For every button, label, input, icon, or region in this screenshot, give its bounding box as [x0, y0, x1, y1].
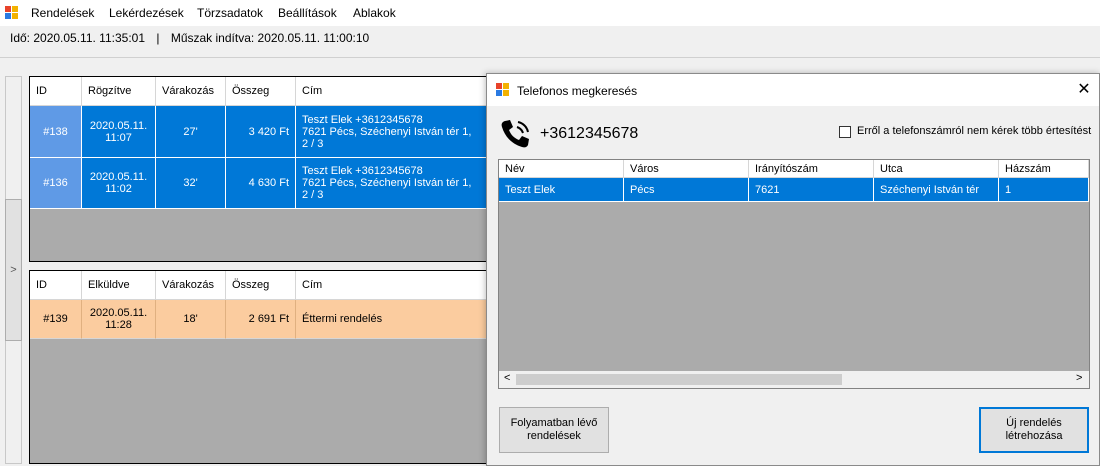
match-city: Pécs — [624, 178, 749, 202]
order-time: 2020.05.11. 11:28 — [82, 300, 156, 339]
menu-bar: Rendelések Lekérdezések Törzsadatok Beál… — [0, 0, 1100, 26]
order-wait: 18' — [156, 300, 226, 339]
col-wait[interactable]: Várakozás — [156, 271, 226, 300]
matches-grid-header: Név Város Irányítószám Utca Házszám — [499, 160, 1089, 178]
col-wait[interactable]: Várakozás — [156, 77, 226, 106]
scroll-right-arrow[interactable]: > — [1076, 372, 1082, 384]
orders-grid[interactable]: ID Rögzítve Várakozás Összeg Cím #138 20… — [29, 76, 499, 262]
dialog-titlebar: Telefonos megkeresés ✕ — [487, 74, 1099, 106]
col-id[interactable]: ID — [30, 271, 82, 300]
address-line: 7621 Pécs, Széchenyi István tér 1, — [302, 177, 472, 189]
horizontal-scrollbar[interactable]: < > — [499, 371, 1089, 388]
col-address[interactable]: Cím — [296, 77, 498, 106]
menu-beallitasok[interactable]: Beállítások — [278, 6, 337, 20]
table-row[interactable]: #138 2020.05.11. 11:07 27' 3 420 Ft Tesz… — [30, 106, 498, 158]
in-progress-orders-button[interactable]: Folyamatban lévő rendelések — [499, 407, 609, 453]
match-zip: 7621 — [749, 178, 874, 202]
col-sent[interactable]: Elküldve — [82, 271, 156, 300]
menu-ablakok[interactable]: Ablakok — [353, 6, 396, 20]
app-icon — [496, 83, 510, 97]
order-wait: 27' — [156, 106, 226, 158]
shift-start: Műszak indítva: 2020.05.11. 11:00:10 — [170, 31, 370, 45]
dialog-title: Telefonos megkeresés — [517, 84, 638, 98]
status-line: Idő: 2020.05.11. 11:35:01 | Műszak indít… — [10, 31, 369, 45]
col-city[interactable]: Város — [624, 160, 749, 178]
current-time: Idő: 2020.05.11. 11:35:01 — [10, 31, 146, 45]
col-recorded[interactable]: Rögzítve — [82, 77, 156, 106]
caller-phone-number: +3612345678 — [540, 125, 639, 142]
order-address: Éttermi rendelés — [296, 300, 498, 339]
orders-grid-header: ID Rögzítve Várakozás Összeg Cím — [30, 77, 498, 106]
match-name: Teszt Elek — [499, 178, 624, 202]
create-new-order-button[interactable]: Új rendelés létrehozása — [979, 407, 1089, 453]
opt-out-label[interactable]: Erről a telefonszámról nem kérek több ér… — [857, 125, 1091, 137]
order-wait: 32' — [156, 158, 226, 209]
order-time: 2020.05.11. 11:07 — [82, 106, 156, 158]
col-amount[interactable]: Összeg — [226, 77, 296, 106]
order-amount: 3 420 Ft — [226, 106, 296, 158]
phone-icon — [501, 120, 529, 148]
match-street: Széchenyi István tér — [874, 178, 999, 202]
order-amount: 4 630 Ft — [226, 158, 296, 209]
order-id: #138 — [30, 106, 82, 158]
address-line: 7621 Pécs, Széchenyi István tér 1, — [302, 125, 472, 138]
address-line: 2 / 3 — [302, 189, 324, 201]
status-separator: | — [156, 31, 160, 45]
caller-matches-grid[interactable]: Név Város Irányítószám Utca Házszám Tesz… — [498, 159, 1090, 389]
match-house: 1 — [999, 178, 1089, 202]
col-name[interactable]: Név — [499, 160, 624, 178]
address-line: Teszt Elek +3612345678 — [302, 165, 423, 177]
address-line: 2 / 3 — [302, 137, 324, 150]
menu-lekerdezesek[interactable]: Lekérdezések — [109, 6, 184, 20]
table-row[interactable]: #136 2020.05.11. 11:02 32' 4 630 Ft Tesz… — [30, 158, 498, 209]
table-row[interactable]: Teszt Elek Pécs 7621 Széchenyi István té… — [499, 178, 1089, 202]
order-id: #139 — [30, 300, 82, 339]
col-amount[interactable]: Összeg — [226, 271, 296, 300]
order-time: 2020.05.11. 11:02 — [82, 158, 156, 209]
expand-panel-button[interactable]: > — [5, 199, 22, 341]
menu-rendelesek[interactable]: Rendelések — [31, 6, 94, 20]
order-id: #136 — [30, 158, 82, 209]
col-street[interactable]: Utca — [874, 160, 999, 178]
opt-out-checkbox[interactable] — [839, 126, 851, 138]
scroll-thumb[interactable] — [516, 374, 842, 385]
app-icon — [5, 6, 19, 20]
sent-grid[interactable]: ID Elküldve Várakozás Összeg Cím #139 20… — [29, 270, 499, 464]
col-house[interactable]: Házszám — [999, 160, 1089, 178]
menu-torzsadatok[interactable]: Törzsadatok — [197, 6, 263, 20]
close-icon[interactable]: ✕ — [1073, 80, 1095, 100]
col-address[interactable]: Cím — [296, 271, 498, 300]
divider — [0, 57, 1100, 58]
col-zip[interactable]: Irányítószám — [749, 160, 874, 178]
address-line: Teszt Elek +3612345678 — [302, 113, 423, 126]
order-amount: 2 691 Ft — [226, 300, 296, 339]
scroll-left-arrow[interactable]: < — [504, 372, 510, 384]
phone-inquiry-dialog: Telefonos megkeresés ✕ +3612345678 Erről… — [486, 73, 1100, 466]
sent-grid-header: ID Elküldve Várakozás Összeg Cím — [30, 271, 498, 300]
table-row[interactable]: #139 2020.05.11. 11:28 18' 2 691 Ft Étte… — [30, 300, 498, 339]
order-address: Teszt Elek +3612345678 7621 Pécs, Széche… — [296, 106, 498, 158]
col-id[interactable]: ID — [30, 77, 82, 106]
order-address: Teszt Elek +3612345678 7621 Pécs, Széche… — [296, 158, 498, 209]
